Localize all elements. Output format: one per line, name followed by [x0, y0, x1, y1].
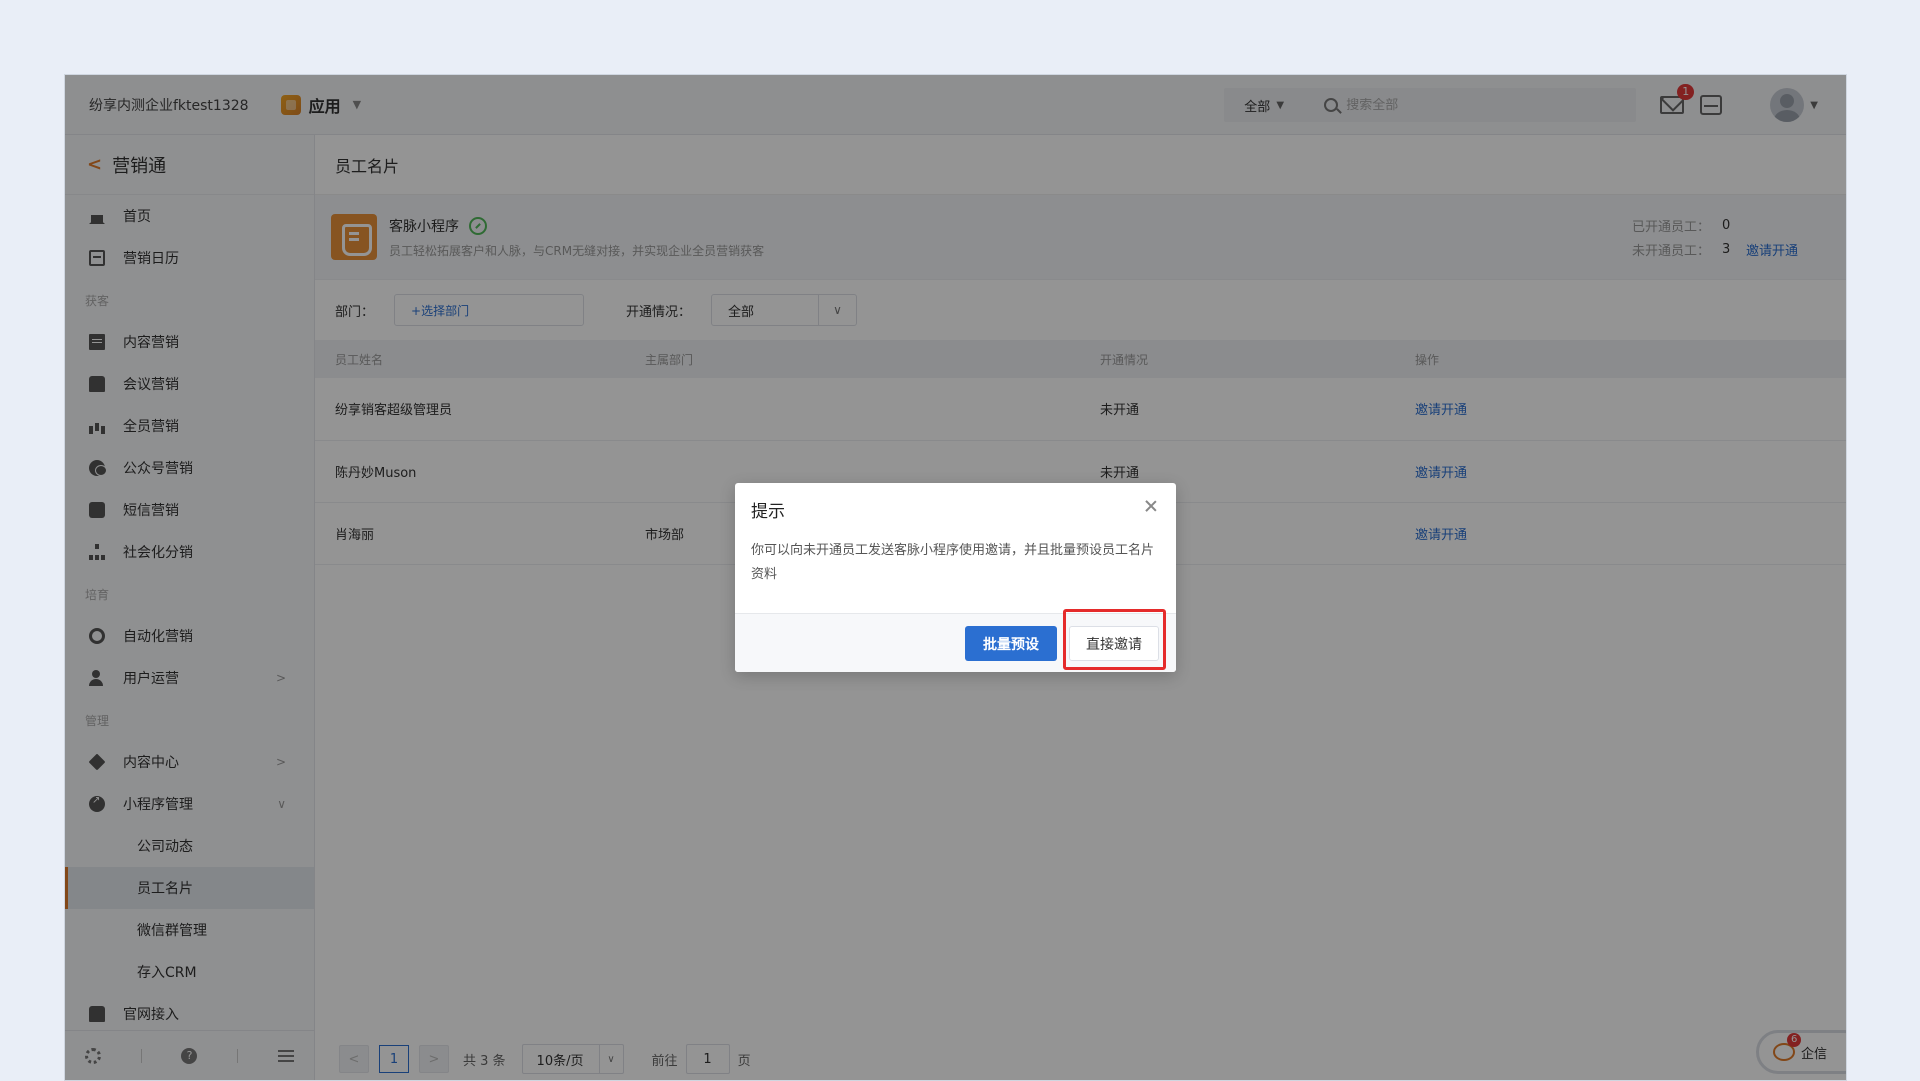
dialog-message: 你可以向未开通员工发送客脉小程序使用邀请，并且批量预设员工名片资料 [751, 543, 1155, 582]
tip-dialog: 提示 你可以向未开通员工发送客脉小程序使用邀请，并且批量预设员工名片资料 批量预… [735, 483, 1176, 672]
close-icon[interactable] [1144, 499, 1158, 513]
dialog-title: 提示 [751, 502, 785, 522]
batch-preset-button[interactable]: 批量预设 [965, 626, 1057, 661]
dialog-footer: 批量预设 直接邀请 [735, 613, 1176, 672]
direct-invite-button[interactable]: 直接邀请 [1069, 626, 1159, 661]
